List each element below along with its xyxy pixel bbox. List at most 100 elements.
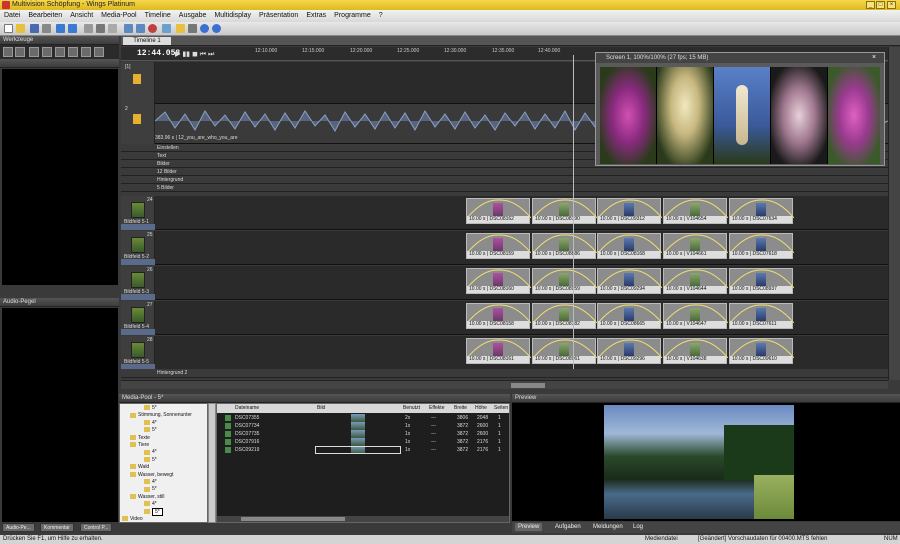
menu-ausgabe[interactable]: Ausgabe [175,10,211,22]
bookmark-icon[interactable] [176,24,185,33]
tree-scrollbar[interactable] [208,403,216,523]
timeline-clip[interactable]: 10.00 s | DSC08162 [466,198,531,224]
select-tool-icon[interactable] [3,47,13,57]
subtrack-12-bilder[interactable]: 12 Bilder [121,168,888,176]
tree-item[interactable]: Wald [130,464,149,470]
timeline-clip[interactable]: 10.00 s | V104661 [663,233,728,259]
grid-icon[interactable] [188,24,197,33]
list-hscroll[interactable] [217,516,509,522]
timeline-clip[interactable]: 10.00 s | DSC08959 [532,268,597,294]
timeline-clip[interactable]: 10.00 s | DSC08937 [729,268,794,294]
zoom-tool-icon[interactable] [29,47,39,57]
tab-aufgaben[interactable]: Aufgaben [552,523,584,531]
menu-ansicht[interactable]: Ansicht [66,10,97,22]
timeline-clip[interactable]: 10.00 s | V104638 [663,338,728,364]
split-tool-icon[interactable] [94,47,104,57]
tab-timeline-1[interactable]: Timeline 1 [123,37,171,45]
track-header-1[interactable]: [1] [121,62,155,104]
timeline-clip[interactable]: 10.00 s | DSC07618 [729,233,794,259]
col-seiten[interactable]: Seiten [494,404,508,413]
playhead[interactable] [573,55,574,369]
tab-log[interactable]: Log [630,523,646,531]
track-control-bar[interactable] [121,259,155,265]
save-icon[interactable] [30,24,39,33]
tree-item[interactable]: Video [122,516,143,522]
table-row[interactable]: DSC07735 1x --- 3872 2600 1 [217,430,509,438]
tab-kommentar[interactable]: Kommentar [40,523,74,532]
subtrack-5-bilder[interactable]: 5 Bilder [121,184,888,192]
tree-item[interactable]: Texte [130,435,150,441]
timeline-clip[interactable]: 10.00 s | DSC09296 [597,338,662,364]
timeline-clip[interactable]: 10.00 s | V104654 [663,198,728,224]
menu-timeline[interactable]: Timeline [141,10,175,22]
timeline-clip[interactable]: 10.00 s | DSC09312 [597,198,662,224]
media-pool-list[interactable]: Dateiname Bild Benutzt Effekte Breite Hö… [216,403,510,523]
timeline-clip[interactable]: 10.00 s | DSC08665 [597,303,662,329]
hand-tool-icon[interactable] [15,47,25,57]
table-row[interactable]: DSC07734 1x --- 3872 2600 1 [217,422,509,430]
screen-window[interactable]: Screen 1, 100%/100% (27 fps; 15 MB) × [595,52,885,166]
timeline-clip[interactable]: 10.00 s | DSC08886 [532,233,597,259]
tree-item[interactable]: Stimmung, Sonnenunter [130,412,192,418]
timeline-clip[interactable]: 10.00 s | DSC08168 [597,233,662,259]
subtrack-hintergrund[interactable]: Hintergrund [121,176,888,184]
track-control-bar[interactable] [121,329,155,335]
tab-preview[interactable]: Preview [515,523,543,531]
menu-bearbeiten[interactable]: Bearbeiten [24,10,66,22]
marker-tool-icon[interactable] [68,47,78,57]
track-control-bar[interactable] [121,294,155,300]
curve-tool-icon[interactable] [42,47,52,57]
menu-media-pool[interactable]: Media-Pool [97,10,140,22]
transport-controls[interactable]: ▶ ▮▮ ◼ ⏮ ⏭ [175,50,214,59]
monitor-icon[interactable] [124,24,133,33]
copy-icon[interactable] [96,24,105,33]
timeline-clip[interactable]: 10.00 s | DSC07634 [729,198,794,224]
timeline-clip[interactable]: 10.00 s | DSC08159 [466,233,531,259]
minimize-button[interactable]: _ [866,1,875,9]
timeline-clip[interactable]: 10.00 s | DSC07611 [729,303,794,329]
timeline-clip[interactable]: 10.00 s | DSC09294 [597,268,662,294]
timeline-clip[interactable]: 10.00 s | DSC08161 [466,338,531,364]
timeline-clip[interactable]: 10.00 s | DSC08160 [466,268,531,294]
cut-icon[interactable] [84,24,93,33]
info-icon[interactable] [212,24,221,33]
tree-item[interactable]: 5* [144,457,157,463]
timeline-clip[interactable]: 10.00 s | DSC09610 [729,338,794,364]
tree-item[interactable]: Wasser, still [130,494,164,500]
tree-item[interactable]: Wasser, bewegt [130,472,173,478]
tab-control-panel[interactable]: Control P... [80,523,113,532]
tree-item[interactable]: 4* [144,479,157,485]
settings-icon[interactable] [162,24,171,33]
redo-icon[interactable] [68,24,77,33]
col-breite[interactable]: Breite [454,404,467,413]
timeline-clip[interactable]: 10.00 s | V104647 [663,303,728,329]
table-row[interactable]: DSC07355 2x --- 3806 2048 1 [217,414,509,422]
tab-audio-pegel[interactable]: Audio-Pe... [2,523,35,532]
help-icon[interactable] [200,24,209,33]
tree-item[interactable]: 5* [144,427,157,433]
paste-icon[interactable] [108,24,117,33]
record-icon[interactable] [148,24,157,33]
menu-extras[interactable]: Extras [302,10,330,22]
tree-item[interactable]: 4* [144,420,157,426]
trim-tool-icon[interactable] [55,47,65,57]
tree-item[interactable]: 5* [144,405,157,411]
timeline-scrollbar[interactable] [888,47,900,380]
menu-multidisplay[interactable]: Multidisplay [210,10,255,22]
pin-tool-icon[interactable] [81,47,91,57]
timeline-clip[interactable]: 10.00 s | DSC08158 [466,303,531,329]
close-icon[interactable]: × [872,54,876,61]
track-header-2[interactable]: 2 [121,104,155,144]
open-icon[interactable] [16,24,25,33]
close-button[interactable]: × [887,1,896,9]
timeline-hscroll[interactable] [121,380,888,389]
tree-item[interactable]: 4* [144,501,157,507]
hscroll-thumb[interactable] [511,383,545,388]
timeline-clip[interactable]: 10.00 s | DSC08961 [532,338,597,364]
tree-item[interactable]: 4* [144,449,157,455]
col-hoehe[interactable]: Höhe [475,404,487,413]
tree-item[interactable]: 5* [144,507,163,516]
undo-icon[interactable] [56,24,65,33]
menu-help[interactable]: ? [375,10,387,22]
menu-programme[interactable]: Programme [330,10,375,22]
